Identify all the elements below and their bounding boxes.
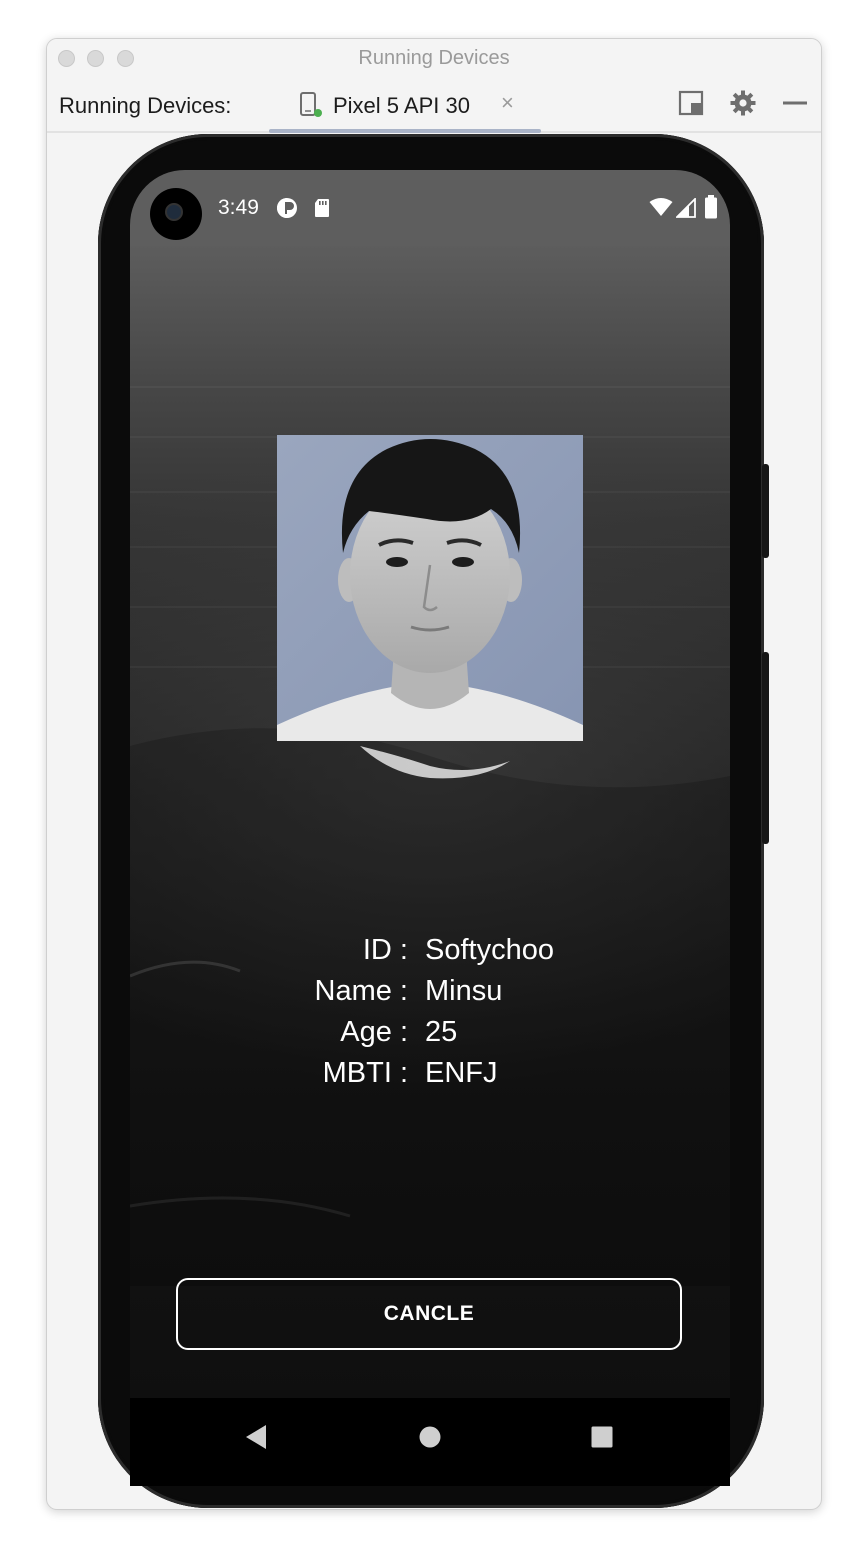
- cancel-button[interactable]: CANCLE: [176, 1278, 682, 1350]
- recents-icon[interactable]: [591, 1426, 613, 1448]
- navigation-bar: [130, 1398, 730, 1486]
- battery-icon: [705, 195, 717, 219]
- info-key: Age :: [340, 1016, 408, 1048]
- status-time: 3:49: [218, 196, 259, 219]
- device-icon: [300, 92, 322, 117]
- tab-label: Pixel 5 API 30: [333, 93, 470, 118]
- info-value: Softychoo: [425, 934, 554, 966]
- sd-card-icon: [315, 199, 329, 217]
- home-icon[interactable]: [419, 1426, 441, 1448]
- signal-icon: [676, 198, 696, 218]
- wifi-icon: [649, 198, 673, 216]
- status-bar: 3:49: [130, 170, 730, 246]
- data-saver-icon: [277, 198, 297, 218]
- device-screen: 3:49 ID: Softychoo Name: Minsu Age: 2…: [130, 170, 730, 1486]
- hide-icon[interactable]: [781, 89, 809, 117]
- running-devices-label: Running Devices:: [59, 93, 232, 118]
- info-value: Minsu: [425, 975, 503, 1007]
- tab-close-icon[interactable]: ×: [501, 90, 514, 116]
- info-key: ID :: [362, 934, 408, 966]
- window-title: Running Devices: [358, 47, 510, 69]
- tool-window-toolbar: Running Devices: Pixel 5 API 30 ×: [47, 77, 821, 133]
- info-key: Name :: [314, 975, 408, 1007]
- info-value: 25: [425, 1016, 458, 1048]
- back-icon[interactable]: [244, 1424, 268, 1450]
- volume-button: [762, 652, 769, 844]
- power-button: [762, 464, 769, 558]
- profile-photo: [277, 435, 583, 741]
- tab-selected-indicator: [269, 129, 541, 133]
- tab-pixel-5-api-30[interactable]: Pixel 5 API 30 ×: [269, 77, 541, 133]
- gear-icon[interactable]: [729, 89, 757, 117]
- app-content: ID : Softychoo Name : Minsu Age : 25 MBT…: [130, 246, 730, 1398]
- info-value: ENFJ: [425, 1057, 498, 1089]
- info-key: MBTI :: [322, 1057, 408, 1089]
- title-bar: Running Devices: [47, 39, 821, 77]
- camera-icon: [150, 188, 202, 240]
- restore-layout-icon[interactable]: [677, 89, 705, 117]
